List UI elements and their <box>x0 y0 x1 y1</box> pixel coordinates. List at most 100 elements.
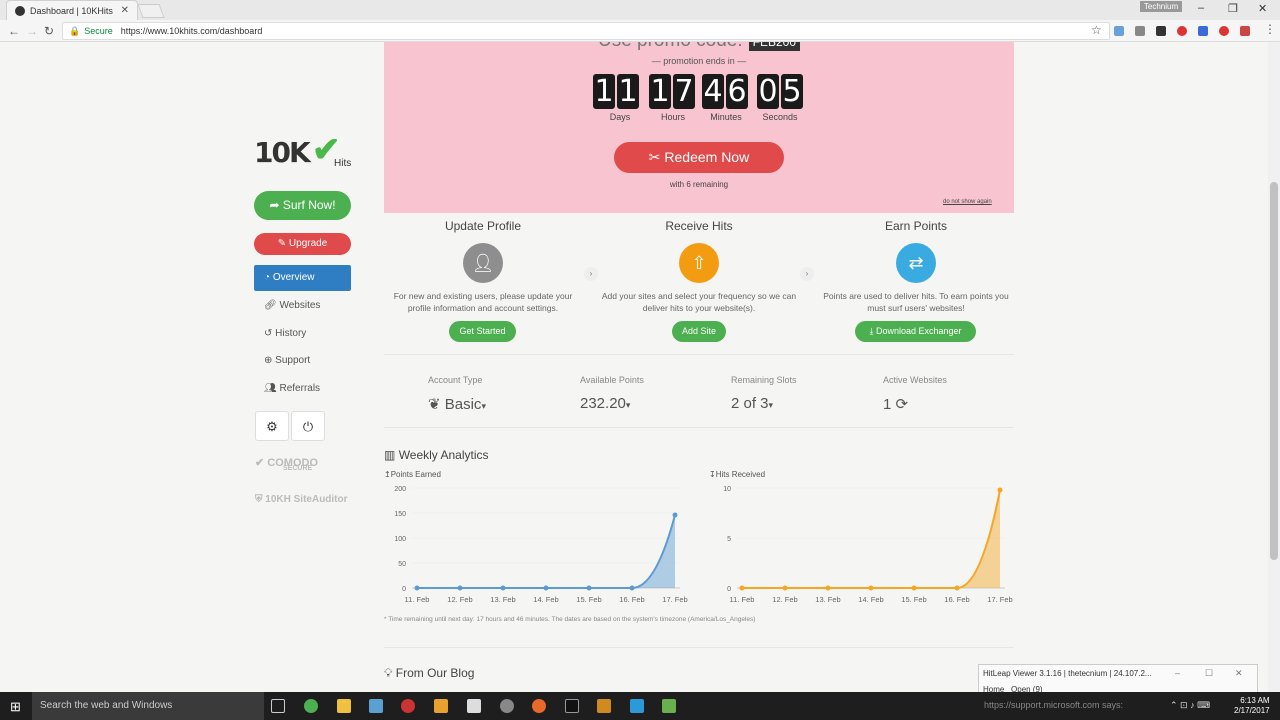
data-point[interactable] <box>868 585 874 591</box>
bookmark-star-icon[interactable]: ☆ <box>1091 23 1102 37</box>
timezone-note: * Time remaining until next day: 17 hour… <box>384 616 756 623</box>
data-point[interactable] <box>782 585 788 591</box>
sidebar-item-history[interactable]: ↺ History <box>264 328 306 339</box>
10khits-logo[interactable]: 10K ✔ Hits <box>254 131 352 176</box>
x-tick-label: 12. Feb <box>447 595 472 604</box>
extension-icon[interactable] <box>1135 26 1145 36</box>
app-icon[interactable] <box>369 699 383 713</box>
sidebar-item-support[interactable]: ⊕ Support <box>264 355 310 366</box>
windows-start-icon[interactable]: ⊞ <box>10 699 21 715</box>
data-point[interactable] <box>911 585 917 591</box>
data-point[interactable] <box>825 585 831 591</box>
reload-icon[interactable]: ↻ <box>44 24 54 38</box>
data-point[interactable] <box>457 585 463 591</box>
menu-icon[interactable]: ⋮ <box>1264 22 1276 36</box>
terminal-icon[interactable] <box>565 699 579 713</box>
page-content: Use promo code: FEB200 — promotion ends i… <box>0 42 1268 692</box>
app-icon[interactable] <box>401 699 415 713</box>
divider <box>384 354 1014 355</box>
get-started-button[interactable]: Get Started <box>449 321 516 342</box>
close-icon[interactable]: ✕ <box>1235 668 1243 679</box>
close-window-icon[interactable]: ✕ <box>1258 2 1267 15</box>
divider <box>384 647 1014 648</box>
data-point[interactable] <box>543 585 549 591</box>
profile-badge[interactable]: Technium <box>1140 1 1182 12</box>
minimize-icon[interactable]: – <box>1198 2 1204 14</box>
blog-title-text: From Our Blog <box>395 666 475 680</box>
data-point[interactable] <box>586 585 592 591</box>
down-arrow-icon: ↧ <box>709 470 716 479</box>
sidebar-item-referrals[interactable]: 👥︎ Referrals <box>264 383 320 394</box>
app-icon[interactable] <box>630 699 644 713</box>
clock-date: 2/17/2017 <box>1234 706 1270 715</box>
hitleap-viewer-window[interactable]: HitLeap Viewer 3.1.16 | thetecnium | 24.… <box>978 664 1258 694</box>
restore-icon[interactable]: ❐ <box>1228 2 1238 15</box>
maximize-icon[interactable]: ☐ <box>1205 668 1213 679</box>
extension-icon[interactable] <box>1198 26 1208 36</box>
data-point[interactable] <box>629 585 635 591</box>
settings-button[interactable]: ⚙ <box>255 411 289 441</box>
minimize-icon[interactable]: – <box>1175 668 1180 678</box>
app-icon[interactable] <box>597 699 611 713</box>
extension-icon[interactable] <box>1219 26 1229 36</box>
comodo-secure-badge[interactable]: ✔ COMODO SECURE <box>255 456 318 472</box>
data-point[interactable] <box>414 585 420 591</box>
sidebar-item-websites[interactable]: 🔗︎ Websites <box>264 300 320 311</box>
windows-taskbar: ⊞ Search the web and Windows https://sup… <box>0 692 1280 720</box>
url-input[interactable]: 🔒 Secure https://www.10khits.com/dashboa… <box>62 22 1110 40</box>
taskbar-search[interactable]: Search the web and Windows <box>32 692 264 720</box>
sidebar-item-label: Referrals <box>279 383 321 394</box>
download-exchanger-button[interactable]: ⤓ Download Exchanger <box>855 321 976 342</box>
x-tick-label: 17. Feb <box>662 595 687 604</box>
points-earned-label: ↥Points Earned <box>384 470 441 479</box>
account-type-dropdown[interactable]: ❦ Basic▾ <box>428 395 486 413</box>
sidebar-item-overview[interactable]: ◔ Overview <box>254 265 351 291</box>
add-site-button[interactable]: Add Site <box>672 321 726 342</box>
site-auditor-badge[interactable]: ⛨ 10KH SiteAuditor <box>255 494 348 505</box>
back-icon[interactable]: ← <box>8 24 20 38</box>
data-point[interactable] <box>672 512 678 518</box>
new-tab-button[interactable] <box>137 4 165 18</box>
browser-tab[interactable]: Dashboard | 10KHits ✕ <box>6 0 138 20</box>
data-point[interactable] <box>997 487 1003 493</box>
upgrade-button[interactable]: ✎ Upgrade <box>254 233 351 255</box>
extension-icon[interactable] <box>1156 26 1166 36</box>
extension-icon[interactable] <box>1177 26 1187 36</box>
data-point[interactable] <box>500 585 506 591</box>
firefox-icon[interactable] <box>532 699 546 713</box>
data-point[interactable] <box>954 585 960 591</box>
logo-sub: Hits <box>334 158 352 169</box>
file-explorer-icon[interactable] <box>337 699 351 713</box>
logout-button[interactable]: ⏻ <box>291 411 325 441</box>
step-title-earn-points: Earn Points <box>884 219 948 233</box>
app-icon[interactable] <box>662 699 676 713</box>
system-tray[interactable]: ⌃ ⊡ ♪ ⌨ <box>1170 700 1210 711</box>
page-scrollbar[interactable] <box>1268 42 1280 692</box>
taskbar-clock[interactable]: 6:13 AM 2/17/2017 <box>1234 696 1270 716</box>
countdown-minutes: 4 6 <box>702 74 748 109</box>
surf-now-button[interactable]: ➦ Surf Now! <box>254 191 351 220</box>
redeem-now-button[interactable]: ✂ Redeem Now <box>614 142 784 173</box>
data-point[interactable] <box>739 585 745 591</box>
chrome-icon[interactable] <box>304 699 318 713</box>
forward-icon[interactable]: → <box>26 24 38 38</box>
close-tab-icon[interactable]: ✕ <box>121 5 129 16</box>
refresh-icon[interactable]: ⟳ <box>896 396 909 413</box>
task-view-icon[interactable] <box>271 699 285 713</box>
active-websites[interactable]: 1 ⟳ <box>883 395 908 413</box>
available-points-dropdown[interactable]: 232.20▾ <box>580 395 630 412</box>
countdown-hours: 1 7 <box>649 74 695 109</box>
do-not-show-again-link[interactable]: do not show again <box>943 199 992 205</box>
x-tick-label: 16. Feb <box>619 595 644 604</box>
scrollbar-thumb[interactable] <box>1270 182 1278 560</box>
link-icon: 🔗︎ <box>264 300 277 311</box>
calculator-icon[interactable] <box>467 699 481 713</box>
extension-icon[interactable] <box>1114 26 1124 36</box>
extension-icon[interactable] <box>1240 26 1250 36</box>
stat-value: Basic <box>444 396 482 413</box>
app-icon[interactable] <box>500 699 514 713</box>
remaining-slots-dropdown[interactable]: 2 of 3▾ <box>731 395 773 412</box>
weekly-analytics-title: ▥ Weekly Analytics <box>384 448 489 462</box>
address-bar: ← → ↻ 🔒 Secure https://www.10khits.com/d… <box>0 20 1280 42</box>
app-icon[interactable] <box>434 699 448 713</box>
